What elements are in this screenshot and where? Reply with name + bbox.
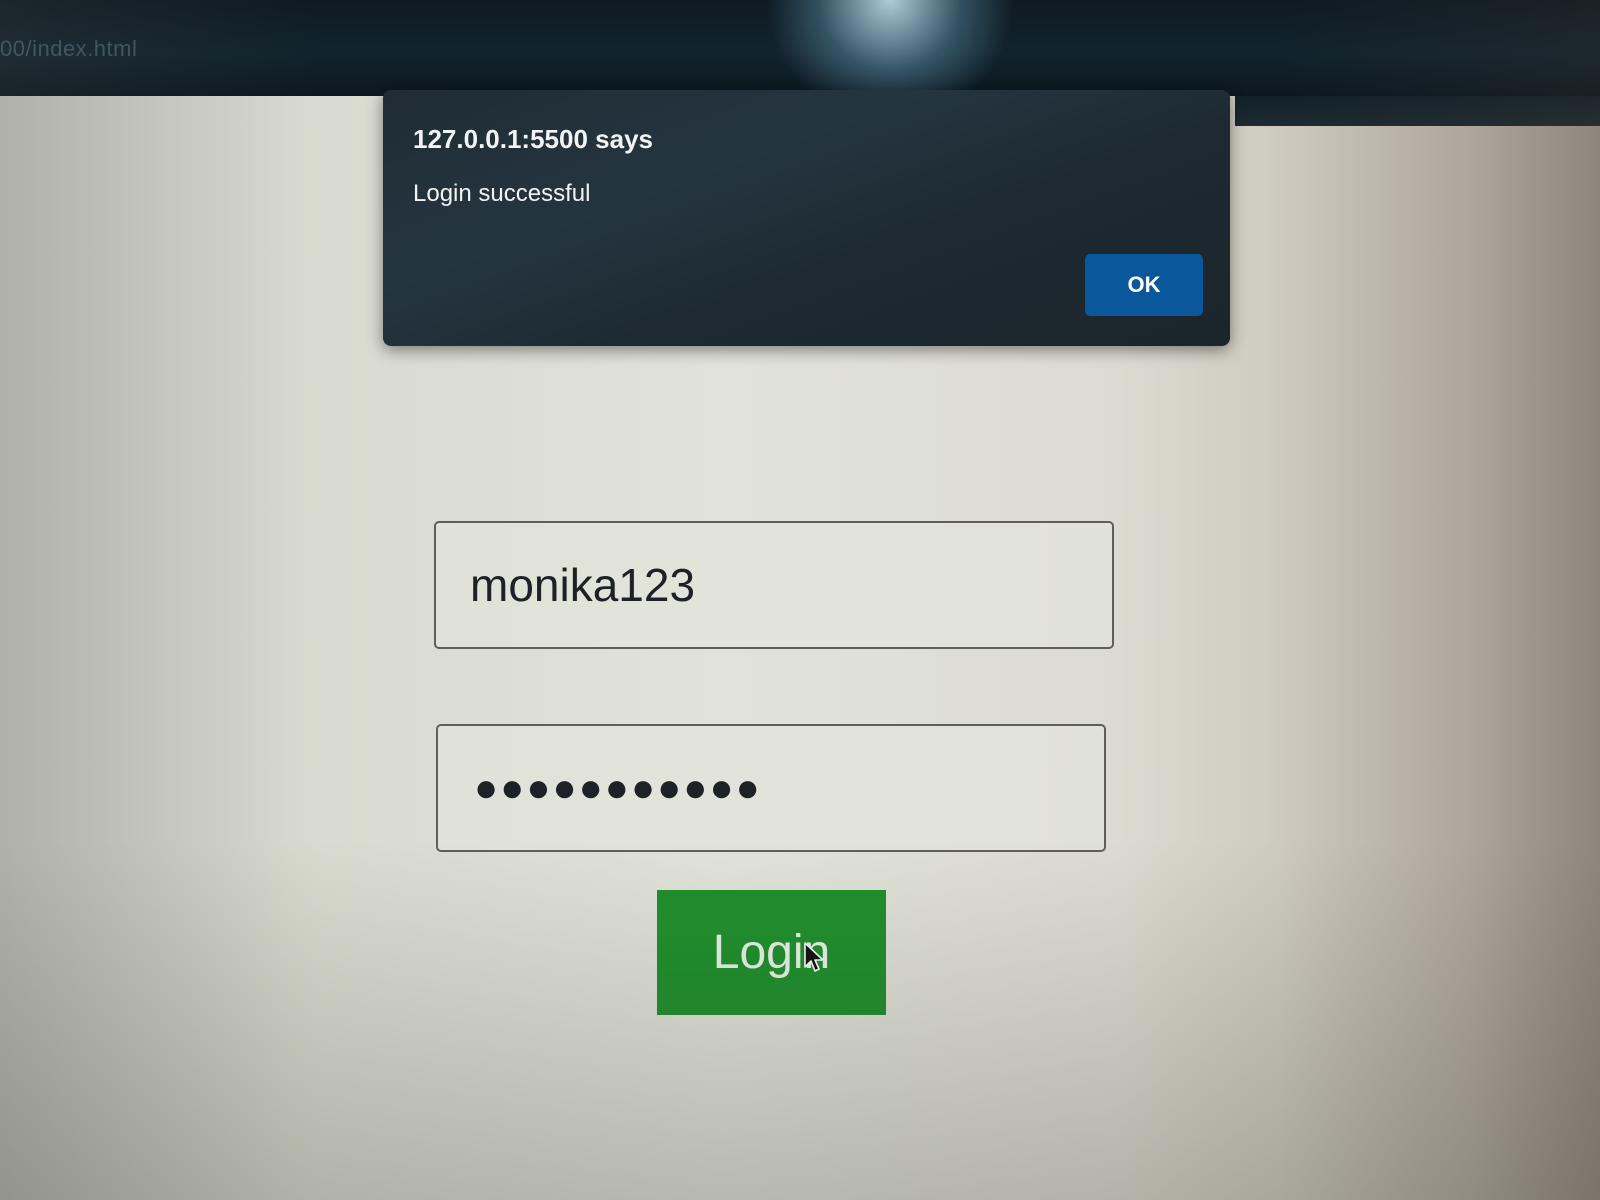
browser-edge [1235, 96, 1600, 126]
alert-dialog: 127.0.0.1:5500 says Login successful OK [383, 90, 1230, 346]
password-input[interactable]: ●●●●●●●●●●● [436, 724, 1106, 852]
address-bar-url[interactable]: 00/index.html [0, 36, 137, 62]
login-button[interactable]: Login [657, 890, 886, 1015]
password-mask: ●●●●●●●●●●● [474, 765, 762, 810]
browser-toolbar: 00/index.html [0, 0, 1600, 96]
screen-glare [760, 0, 1020, 96]
mouse-pointer-icon [804, 942, 824, 972]
username-value: monika123 [470, 559, 696, 611]
username-input[interactable]: monika123 [434, 521, 1114, 649]
alert-title: 127.0.0.1:5500 says [413, 124, 653, 154]
alert-message: Login successful [413, 180, 591, 207]
alert-ok-button[interactable]: OK [1085, 254, 1203, 316]
